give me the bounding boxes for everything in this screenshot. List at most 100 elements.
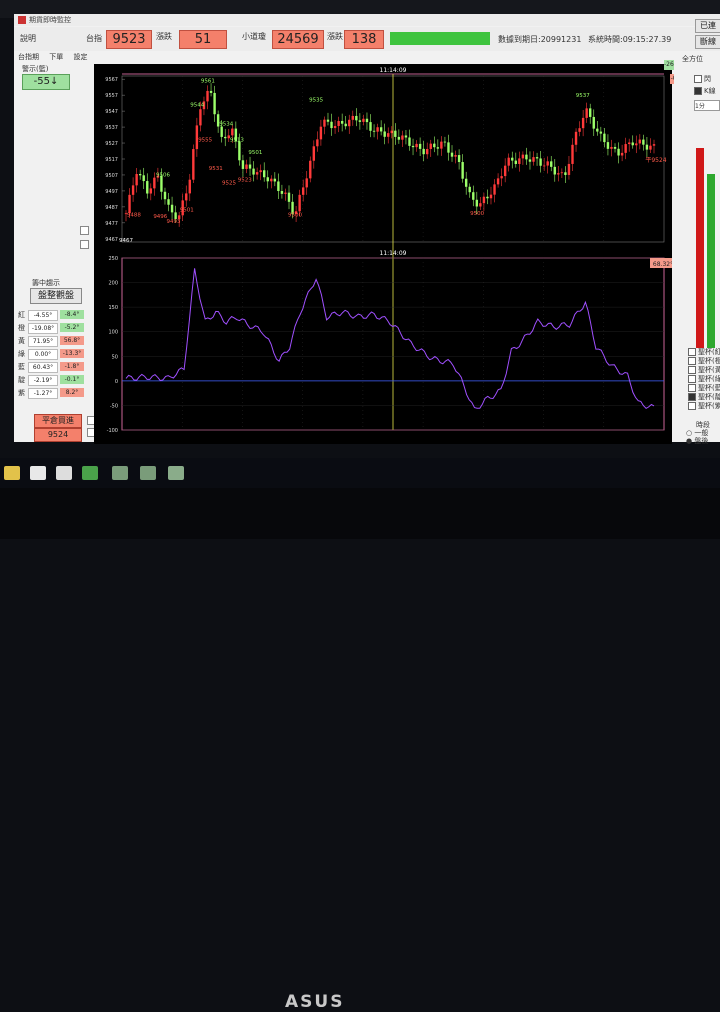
candle-body [631,142,634,146]
system-time: 系統時間:09:15:27.39 [588,35,672,44]
legend-item[interactable]: 聖杯(靛) [688,393,720,402]
candle-body [518,158,521,164]
osc-tick-label: 150 [108,305,118,311]
candle-body [613,146,617,149]
candle-body [585,108,588,118]
scroll-down-button[interactable] [80,240,89,249]
candle-body [248,164,252,169]
chart-area: 9567 9557 9547 9537 9527 9517 9507 9497 9487 9477… [94,60,686,444]
chart-app-icon-1[interactable] [112,466,128,480]
osc-badge: 68.32° [653,261,672,268]
candle-body [546,161,549,166]
chart-app-icon-2[interactable] [140,466,156,480]
candle-body [411,145,415,148]
scroll-up-button[interactable] [80,226,89,235]
candle-body [383,131,386,137]
candle-body [567,163,571,175]
reset-button[interactable]: 盤整觀盤 [30,288,82,304]
green-volume-bar [707,174,715,348]
price-tick-label: 9517 [105,157,118,163]
legend-checkbox[interactable] [688,384,696,392]
kline-checkbox[interactable]: K線 [694,86,716,96]
level-right-value: -8.4° [60,310,84,319]
candle-body [521,154,525,159]
app-icon-1[interactable] [30,466,46,480]
price-tick-label: 9547 [105,109,118,115]
candle-body [596,128,599,132]
price-annotation: 9534 [219,121,233,127]
excel-icon[interactable] [82,466,98,480]
legend-checkbox[interactable] [688,375,696,383]
flash-checkbox[interactable]: 閃 [694,74,711,84]
flash-label: 閃 [704,75,711,83]
candle-body [500,176,503,179]
candle-body [167,199,170,205]
price-tick-label: 9527 [105,141,118,147]
flat-buy-button[interactable]: 平倉買進 [34,414,82,428]
connect-button[interactable]: 已連 [695,19,720,33]
candle-body [131,185,135,195]
legend-checkbox[interactable] [688,348,696,356]
price-annotation: 9544 [190,102,204,108]
candle-body [475,199,479,207]
price-annotation: 9525 [222,181,236,187]
candle-body [245,164,248,169]
disconnect-button[interactable]: 斷線 [695,35,720,49]
app-icon [18,16,26,24]
interval-value: 1分 [695,103,705,110]
tab-futures[interactable]: 台指期 [18,53,39,61]
candle-body [652,144,656,146]
candle-body [472,192,475,200]
candle-body [369,122,372,131]
tab-order[interactable]: 下單 [49,53,63,61]
tab-settings[interactable]: 設定 [73,53,87,61]
legend-checkbox[interactable] [688,366,696,374]
legend-checkbox[interactable] [688,393,696,401]
candle-body [514,160,517,164]
legend-item[interactable]: 聖杯(橙) [688,357,720,366]
candle-body [489,194,493,199]
mail-icon[interactable] [56,466,72,480]
legend-item[interactable]: 聖杯(綠) [688,375,720,384]
price-tick-label: 9477 [105,221,118,227]
price-tick-label: 9557 [105,93,118,99]
candle-body [305,178,308,188]
session-night-radio[interactable]: ● 盤後 [686,436,708,446]
candle-body [624,144,627,153]
signal-value: -55↓ [22,74,70,90]
price-annotation: 9501 [248,150,262,156]
level-right-value: 8.2° [60,388,84,397]
candle-body [149,188,153,194]
level-name: 黃 [18,337,25,345]
candle-body [617,148,620,156]
right-panel: 全方位 閃 K線 1分 聖杯(紅)聖杯(橙)聖杯(黃)聖杯(綠)聖杯(藍)聖杯(… [674,54,720,445]
legend-checkbox[interactable] [688,357,696,365]
level-name: 紅 [18,311,25,319]
osc-tick-label: 0 [115,379,118,385]
chart-app-icon-3[interactable] [168,466,184,480]
legend-item[interactable]: 聖杯(紅) [688,348,720,357]
candle-body [337,120,340,126]
level-left-value: 71.95° [28,336,58,347]
candle-body [153,177,156,189]
level-left-value: -2.19° [28,375,58,386]
legend-checkbox[interactable] [688,402,696,410]
start-icon[interactable] [4,466,20,480]
info-label[interactable]: 說明 [20,33,36,44]
price-annotation: 9535 [309,98,323,104]
candle-body [627,142,631,145]
legend-item[interactable]: 聖杯(黃) [688,366,720,375]
candle-body [376,127,379,132]
candle-body [259,170,262,173]
legend-item[interactable]: 聖杯(藍) [688,384,720,393]
level-left-value: -1.27° [28,388,58,399]
candle-body [351,115,354,120]
candle-body [372,130,376,132]
legend-item[interactable]: 聖杯(紫) [688,402,720,411]
candle-body [220,126,223,137]
app-window: 期貨即時監控 說明 台指 9523 漲跌 51 小道瓊 24569 漲跌 138… [14,14,720,445]
candle-body [479,203,482,207]
candle-body [316,139,319,147]
candle-body [394,130,397,137]
interval-select[interactable]: 1分 [694,100,720,111]
